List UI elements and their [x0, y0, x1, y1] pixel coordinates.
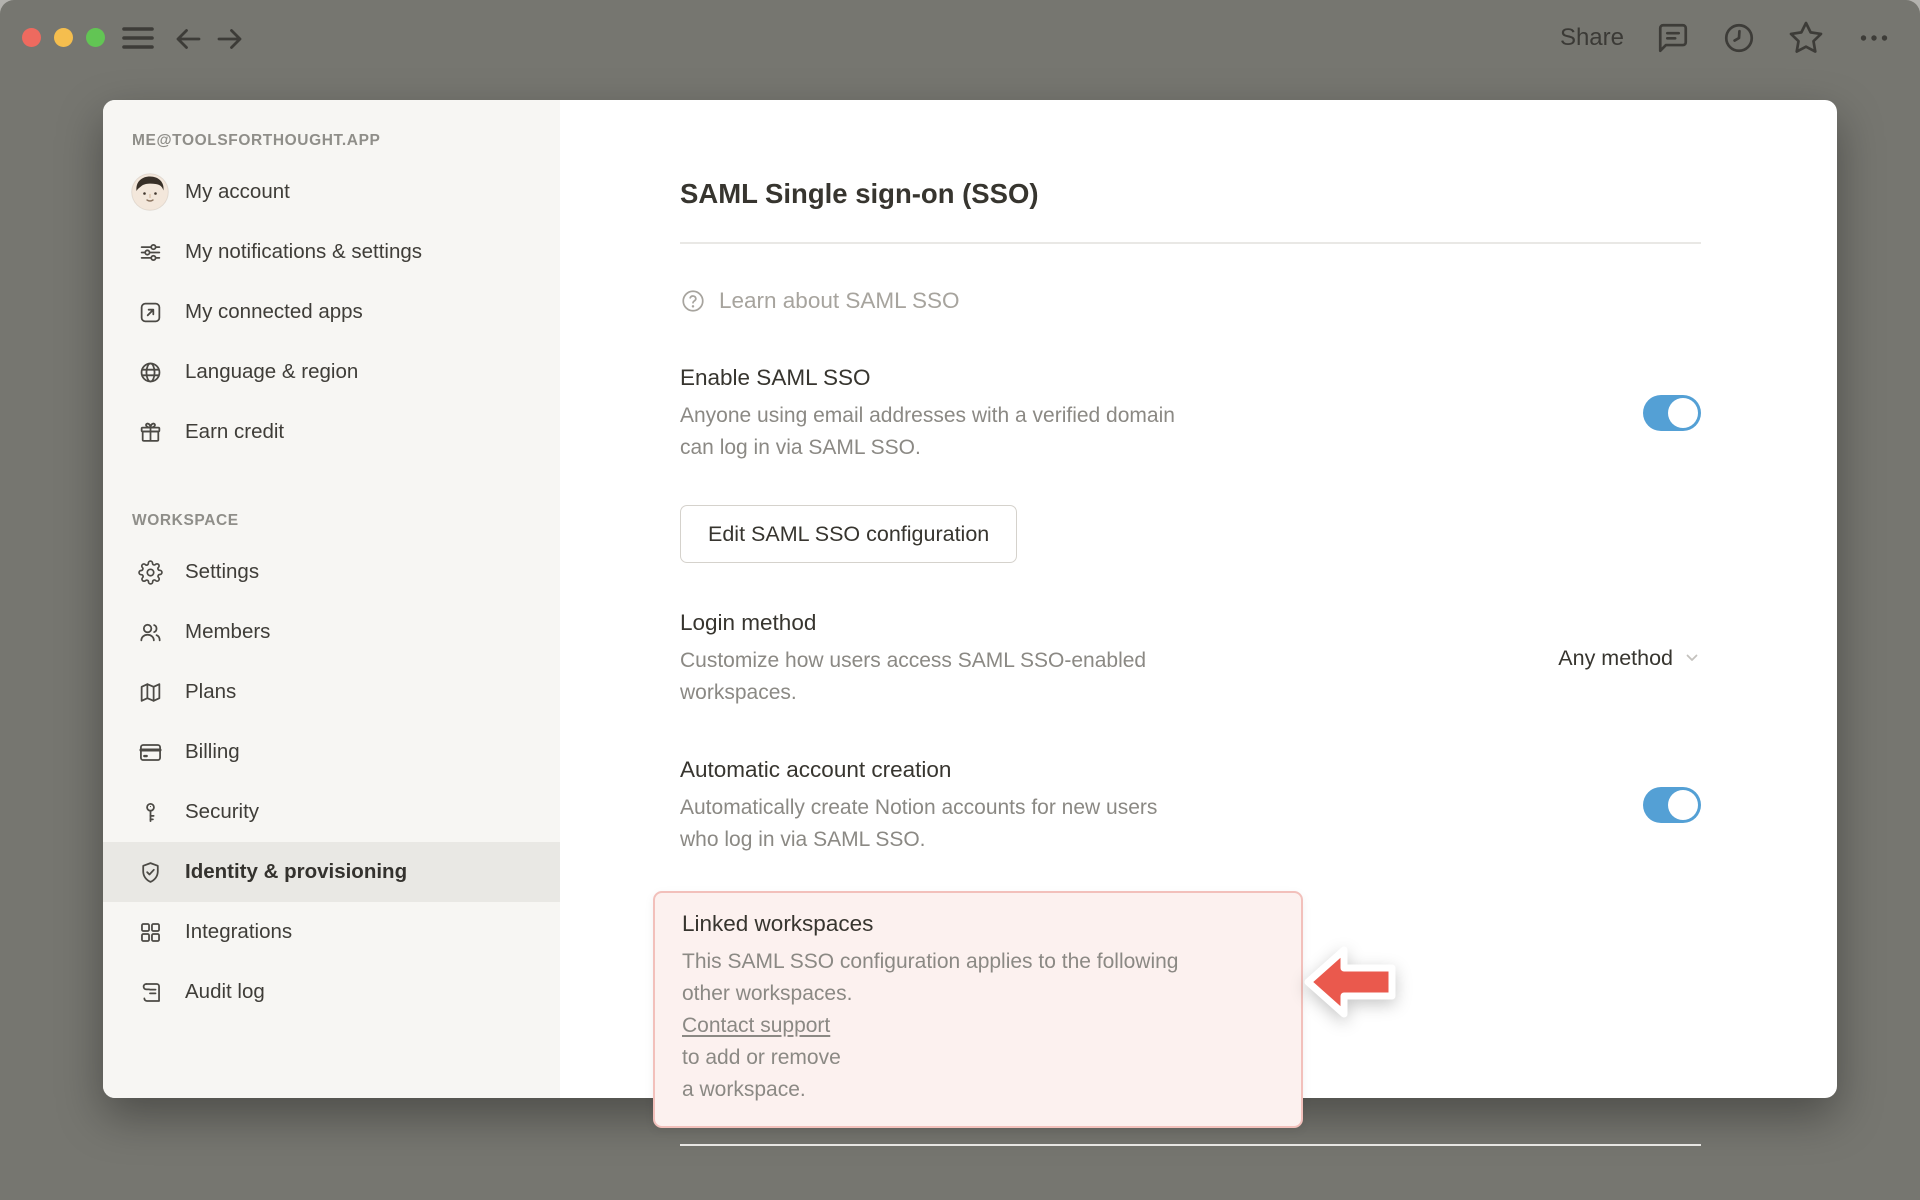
account-email-header: ME@TOOLSFORTHOUGHT.APP: [132, 132, 381, 149]
help-circle-icon: [680, 288, 706, 314]
back-icon[interactable]: [172, 23, 204, 55]
learn-about-saml-link[interactable]: Learn about SAML SSO: [680, 288, 960, 314]
linked-workspaces-description: This SAML SSO configuration applies to t…: [682, 950, 1179, 1101]
sidebar-item-label: Plans: [185, 680, 237, 703]
sidebar-item-label: My connected apps: [185, 300, 363, 323]
favorite-icon[interactable]: [1788, 20, 1824, 56]
more-options-icon[interactable]: [1856, 32, 1892, 44]
sidebar-item-earn-credit[interactable]: Earn credit: [103, 402, 560, 462]
enable-saml-heading: Enable SAML SSO: [680, 365, 871, 390]
sidebar-item-label: Audit log: [185, 980, 265, 1003]
bottom-divider: [680, 1144, 1701, 1146]
login-method-section: Login method Customize how users access …: [680, 607, 1701, 709]
sidebar-item-members[interactable]: Members: [103, 602, 560, 662]
sidebar-item-plans[interactable]: Plans: [103, 662, 560, 722]
sidebar-item-billing[interactable]: Billing: [103, 722, 560, 782]
grid-icon: [131, 913, 169, 951]
sidebar-item-audit-log[interactable]: Audit log: [103, 962, 560, 1022]
chevron-down-icon: [1683, 649, 1701, 667]
toggle-knob: [1668, 790, 1698, 820]
minimize-window-button[interactable]: [54, 28, 73, 47]
saml-sso-settings-panel: SAML Single sign-on (SSO) Learn about SA…: [560, 100, 1837, 1146]
auto-account-description: Automatically create Notion accounts for…: [680, 796, 1158, 851]
gift-icon: [131, 413, 169, 451]
sidebar-item-label: My account: [185, 180, 290, 203]
browser-window: Share ME@TOOLSFORTHOUGHT.APP My account …: [0, 0, 1920, 1200]
linked-workspaces-heading: Linked workspaces: [682, 911, 874, 936]
annotation-arrow-icon: [1304, 946, 1396, 1018]
sidebar-item-label: Identity & provisioning: [185, 860, 408, 883]
sidebar-item-label: Settings: [185, 560, 260, 583]
menu-icon[interactable]: [120, 24, 156, 52]
sidebar-item-my-account[interactable]: My account: [103, 162, 560, 222]
auto-account-section: Automatic account creation Automatically…: [680, 754, 1701, 856]
sidebar-item-label: Earn credit: [185, 420, 285, 443]
sidebar-item-label: My notifications & settings: [185, 240, 422, 263]
page-title: SAML Single sign-on (SSO): [680, 178, 1039, 209]
toggle-knob: [1668, 398, 1698, 428]
login-method-dropdown[interactable]: Any method: [1558, 646, 1701, 671]
close-window-button[interactable]: [22, 28, 41, 47]
sidebar-item-settings[interactable]: Settings: [103, 542, 560, 602]
forward-icon[interactable]: [214, 23, 246, 55]
sidebar-item-integrations[interactable]: Integrations: [103, 902, 560, 962]
settings-sidebar: ME@TOOLSFORTHOUGHT.APP My account My not…: [103, 100, 560, 1098]
contact-support-link[interactable]: Contact support: [682, 1014, 830, 1037]
avatar: [131, 173, 169, 211]
maximize-window-button[interactable]: [86, 28, 105, 47]
linked-workspaces-highlight: Linked workspaces This SAML SSO configur…: [653, 891, 1303, 1128]
sidebar-item-label: Language & region: [185, 360, 359, 383]
audit-log-icon: [131, 973, 169, 1011]
sidebar-item-label: Billing: [185, 740, 240, 763]
login-method-heading: Login method: [680, 610, 817, 635]
share-button[interactable]: Share: [1560, 24, 1624, 52]
auto-account-toggle[interactable]: [1643, 787, 1701, 823]
learn-link-label: Learn about SAML SSO: [719, 288, 960, 313]
enable-saml-toggle[interactable]: [1643, 395, 1701, 431]
sidebar-item-identity-provisioning[interactable]: Identity & provisioning: [103, 842, 560, 902]
sidebar-item-label: Security: [185, 800, 260, 823]
window-controls: [22, 28, 105, 47]
comments-icon[interactable]: [1656, 21, 1690, 55]
sidebar-item-connected-apps[interactable]: My connected apps: [103, 282, 560, 342]
sidebar-item-notifications-settings[interactable]: My notifications & settings: [103, 222, 560, 282]
globe-icon: [131, 353, 169, 391]
sidebar-item-label: Members: [185, 620, 271, 643]
browser-chrome: Share: [0, 0, 1920, 76]
shield-check-icon: [131, 853, 169, 891]
login-method-value: Any method: [1558, 645, 1673, 670]
sliders-icon: [131, 233, 169, 271]
login-method-description: Customize how users access SAML SSO-enab…: [680, 649, 1147, 704]
enable-saml-section: Enable SAML SSO Anyone using email addre…: [680, 362, 1701, 464]
sidebar-item-language-region[interactable]: Language & region: [103, 342, 560, 402]
settings-dialog: ME@TOOLSFORTHOUGHT.APP My account My not…: [103, 100, 1837, 1146]
auto-account-heading: Automatic account creation: [680, 757, 952, 782]
sidebar-item-security[interactable]: Security: [103, 782, 560, 842]
workspace-section-header: WORKSPACE: [132, 512, 239, 529]
map-icon: [131, 673, 169, 711]
sidebar-item-label: Integrations: [185, 920, 293, 943]
edit-saml-config-button[interactable]: Edit SAML SSO configuration: [680, 505, 1018, 563]
gear-icon: [131, 553, 169, 591]
credit-card-icon: [131, 733, 169, 771]
title-divider: [680, 242, 1701, 244]
enable-saml-description: Anyone using email addresses with a veri…: [680, 404, 1175, 459]
chrome-actions: Share: [1560, 0, 1892, 76]
history-icon[interactable]: [1722, 21, 1756, 55]
members-icon: [131, 613, 169, 651]
arrow-up-right-square-icon: [131, 293, 169, 331]
key-icon: [131, 793, 169, 831]
